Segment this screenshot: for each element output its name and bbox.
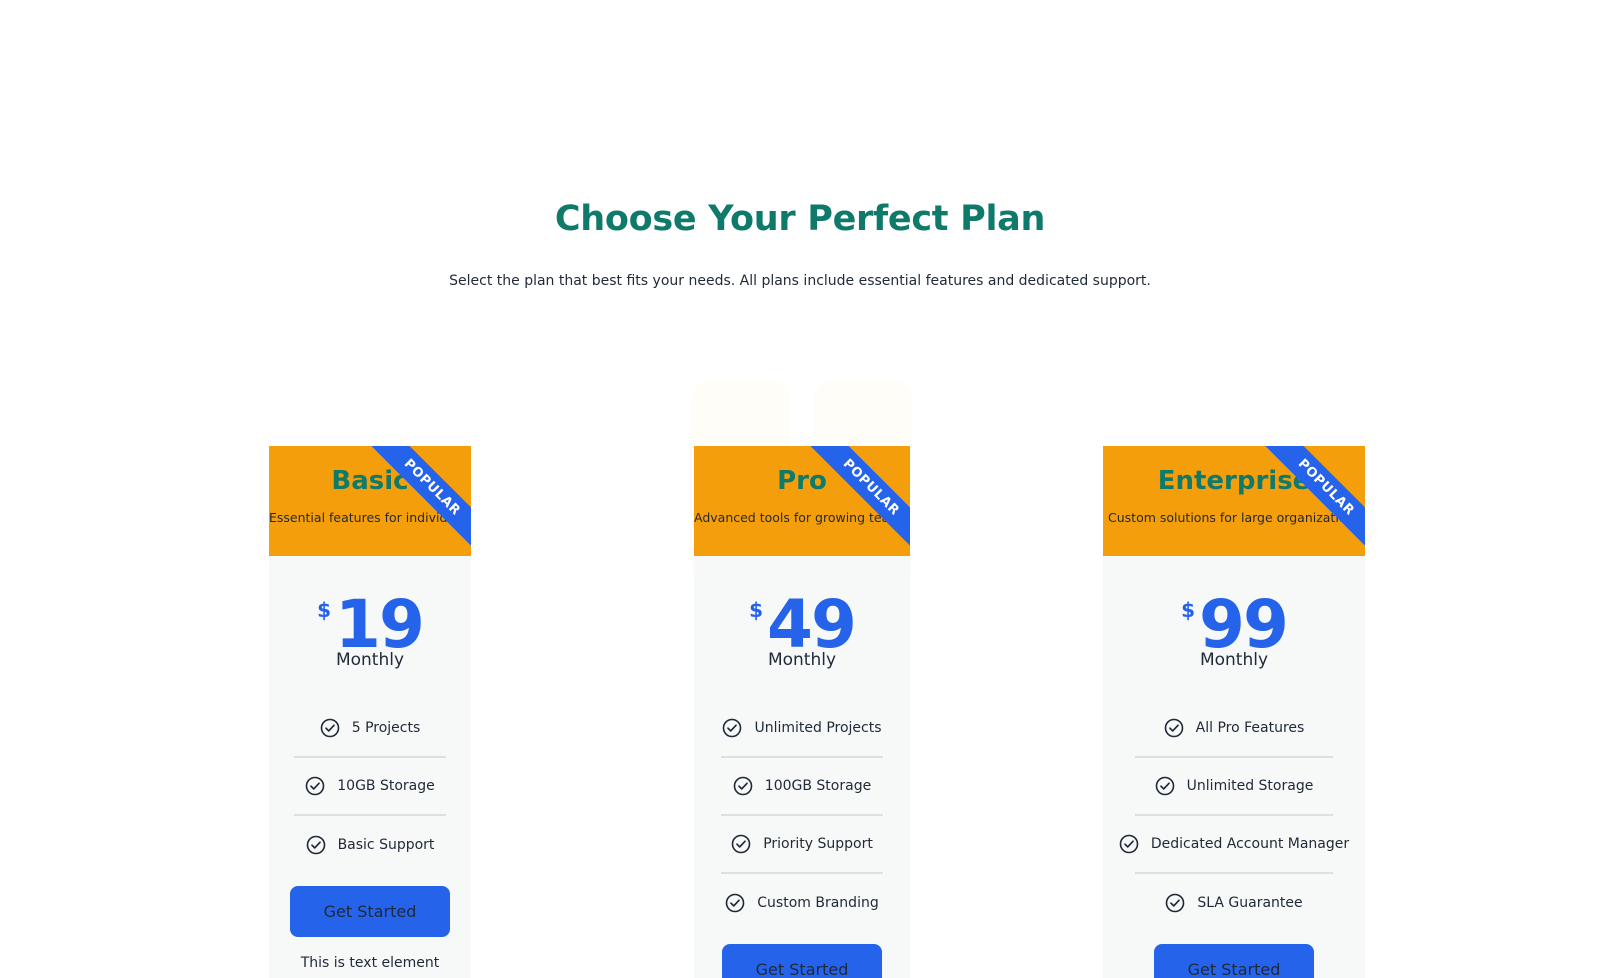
check-circle-icon [1119, 834, 1139, 854]
feature-item: 5 Projects [294, 700, 446, 758]
pricing-card-pro: Pro Advanced tools for growing teams POP… [694, 446, 910, 978]
pricing-card-basic: Basic Essential features for individuals… [269, 446, 471, 978]
feature-label: Unlimited Storage [1186, 778, 1314, 794]
card-header: Basic Essential features for individuals… [269, 446, 471, 556]
feature-label: Dedicated Account Manager [1150, 836, 1350, 852]
feature-label: Basic Support [337, 837, 435, 853]
feature-label: Custom Branding [757, 895, 879, 911]
feature-item: Unlimited Projects [721, 700, 883, 758]
page-title: Choose Your Perfect Plan [554, 199, 1046, 239]
feature-list: Unlimited Projects 100GB Storage Priorit… [721, 700, 883, 932]
feature-item: 100GB Storage [721, 758, 883, 816]
popular-ribbon: POPULAR [1263, 446, 1365, 551]
get-started-button[interactable]: Get Started [722, 944, 882, 978]
check-circle-icon [320, 718, 340, 738]
pricing-page: Choose Your Perfect Plan Select the plan… [0, 0, 1600, 978]
get-started-button[interactable]: Get Started [290, 886, 450, 937]
check-circle-icon [1155, 776, 1174, 796]
pricing-card-enterprise: Enterprise Custom solutions for large or… [1103, 446, 1365, 978]
feature-item: All Pro Features [1135, 700, 1333, 758]
feature-label: Unlimited Projects [754, 720, 882, 736]
feature-item: Dedicated Account Manager [1119, 816, 1349, 874]
get-started-button[interactable]: Get Started [1154, 944, 1314, 978]
feature-label: 10GB Storage [337, 778, 435, 794]
check-circle-icon [306, 835, 325, 855]
feature-item: 10GB Storage [294, 758, 446, 816]
feature-item: Unlimited Storage [1135, 758, 1333, 816]
feature-label: 5 Projects [351, 720, 421, 736]
check-circle-icon [731, 834, 751, 854]
price-amount: 19 [335, 586, 425, 663]
currency-symbol: $ [317, 598, 332, 622]
card-header: Enterprise Custom solutions for large or… [1103, 446, 1365, 556]
popular-ribbon: POPULAR [808, 446, 910, 551]
text-element: This is text element [300, 955, 440, 971]
price: $ 99 [1103, 592, 1365, 662]
feature-label: Priority Support [763, 836, 873, 852]
check-circle-icon [733, 776, 753, 796]
price: $ 19 [269, 592, 471, 662]
feature-label: All Pro Features [1195, 720, 1305, 736]
feature-list: 5 Projects 10GB Storage Basic Support [294, 700, 446, 874]
card-header: Pro Advanced tools for growing teams POP… [694, 446, 910, 556]
price: $ 49 [694, 592, 910, 662]
check-circle-icon [1166, 893, 1185, 913]
feature-list: All Pro Features Unlimited Storage Dedic… [1119, 700, 1349, 932]
check-circle-icon [723, 718, 742, 738]
price-amount: 49 [767, 586, 857, 663]
currency-symbol: $ [749, 598, 764, 622]
feature-label: SLA Guarantee [1197, 895, 1303, 911]
popular-ribbon: POPULAR [369, 446, 471, 551]
check-circle-icon [1164, 718, 1183, 738]
feature-item: Basic Support [294, 816, 446, 874]
price-amount: 99 [1199, 586, 1289, 663]
feature-item: SLA Guarantee [1135, 874, 1333, 932]
check-circle-icon [725, 893, 745, 913]
feature-item: Custom Branding [721, 874, 883, 932]
plan-description: Custom solutions for large organizations [1108, 510, 1361, 525]
feature-label: 100GB Storage [764, 778, 872, 794]
feature-item: Priority Support [721, 816, 883, 874]
currency-symbol: $ [1181, 598, 1196, 622]
page-subtitle: Select the plan that best fits your need… [449, 273, 1151, 289]
check-circle-icon [305, 776, 325, 796]
